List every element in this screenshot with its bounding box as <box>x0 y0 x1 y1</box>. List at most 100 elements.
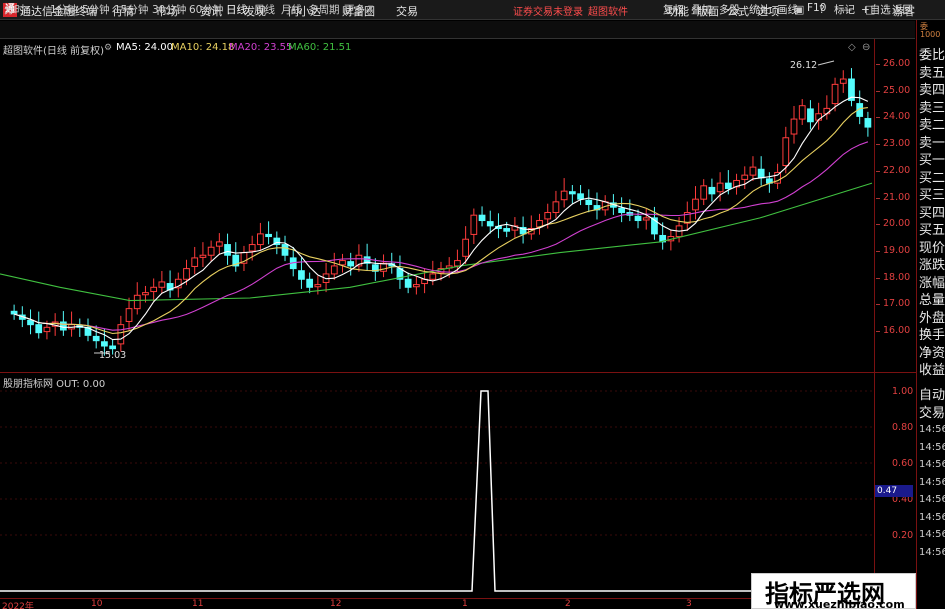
tick-time: 14:56 <box>919 476 945 488</box>
menu-trade[interactable]: 交易 <box>396 3 418 19</box>
btn-add-favorite[interactable]: +自选 <box>861 2 891 17</box>
candle-body <box>314 284 322 288</box>
tick-time: 14:56 <box>919 459 945 470</box>
tick-time: 14:56 <box>919 546 945 558</box>
candle-body <box>142 292 149 296</box>
candle-body <box>125 308 133 322</box>
indicator-axis-label: 0.60 <box>892 458 914 469</box>
quote-field-label: 买四 <box>919 205 945 221</box>
indicator-chart[interactable] <box>0 373 875 598</box>
btn-draw[interactable]: 画线 <box>777 2 798 17</box>
candle-body <box>642 217 650 221</box>
candle-body <box>43 326 51 333</box>
tab-15min[interactable]: 15分钟 <box>114 2 148 17</box>
candle-body <box>347 261 355 267</box>
auto-label[interactable]: 自动 <box>919 384 945 403</box>
quote-field-label: 买五 <box>919 223 945 238</box>
price-axis-label: 18.00 <box>883 271 911 283</box>
candle-body <box>470 214 478 235</box>
price-axis-tick <box>876 277 880 279</box>
tab-daily[interactable]: 日线 <box>226 2 247 17</box>
candle-body <box>454 260 461 267</box>
x-label-feb: 2 <box>565 599 571 609</box>
candle-body <box>790 118 798 135</box>
tick-time: 14:56 <box>919 511 945 523</box>
candle-body <box>59 321 67 331</box>
candle-body <box>298 270 305 280</box>
tab-5min[interactable]: 5分钟 <box>82 2 110 17</box>
tab-monthly[interactable]: 月线 <box>281 2 302 17</box>
quote-field-label: 卖三 <box>919 100 945 116</box>
quote-field-label: 委比 <box>919 48 945 63</box>
candle-body <box>27 319 34 326</box>
candle-body <box>429 273 437 280</box>
chevron-down-icon[interactable]: ▾ <box>368 2 373 14</box>
quote-field-label: 涨跌 <box>919 258 945 273</box>
quote-field-label: 换手 <box>919 328 945 343</box>
candle-body <box>724 182 732 189</box>
x-label-2022: 2022年 <box>2 602 34 609</box>
indicator-axis-label: 0.80 <box>892 422 914 433</box>
tab-timeshare[interactable]: 分时 <box>4 2 25 17</box>
tab-30min[interactable]: 30分钟 <box>152 2 186 17</box>
quote-field-label: 收益 <box>919 363 945 378</box>
candle-body <box>716 182 724 193</box>
price-axis-label: 16.00 <box>883 325 911 336</box>
candle-body <box>486 221 494 227</box>
x-label-jan: 1 <box>462 599 468 609</box>
quote-field-label: 卖二 <box>919 118 945 133</box>
tab-weekly[interactable]: 周线 <box>254 2 275 17</box>
candle-body <box>782 137 790 167</box>
btn-mark[interactable]: 标记 <box>834 2 855 17</box>
price-axis-tick <box>876 197 880 199</box>
btn-f10[interactable]: F10 <box>807 2 826 14</box>
candle-body <box>150 286 158 293</box>
candle-body <box>306 278 314 288</box>
price-axis-label: 25.00 <box>883 84 911 96</box>
price-axis-label: 22.00 <box>883 164 911 176</box>
candle-body <box>281 244 289 256</box>
candle-body <box>692 198 699 211</box>
candle-body <box>215 241 223 247</box>
tick-time: 14:56 <box>919 441 945 453</box>
candle-body <box>634 215 642 222</box>
price-axis-label: 26.00 <box>883 58 911 69</box>
panel-small-label2: 1000 <box>920 30 941 39</box>
tab-more[interactable]: 更多 <box>344 2 365 17</box>
tab-multi-period[interactable]: 多周期 <box>308 2 340 17</box>
price-axis-tick <box>876 90 880 92</box>
candle-body <box>199 254 207 258</box>
btn-adjust[interactable]: 复权 <box>663 2 684 17</box>
price-axis-label: 20.00 <box>883 218 911 230</box>
candle-body <box>823 107 831 115</box>
ma10-line <box>13 107 868 335</box>
candle-body <box>577 193 584 200</box>
ma5-line <box>13 96 869 341</box>
quote-field-label: 现价 <box>919 240 945 256</box>
candle-body <box>265 233 272 238</box>
price-axis-label: 17.00 <box>883 298 911 310</box>
candle-body <box>191 257 199 267</box>
candle-body <box>207 246 215 256</box>
btn-back[interactable]: 返回 <box>892 2 913 17</box>
candle-body <box>101 341 108 347</box>
candle-body <box>248 244 256 252</box>
btn-overlay[interactable]: 叠加 <box>691 2 712 17</box>
out-indicator-line <box>0 390 874 592</box>
tab-60min[interactable]: 60分钟 <box>189 2 223 17</box>
btn-statistics[interactable]: 统计 <box>749 2 770 17</box>
quote-field-label: 净资 <box>919 345 945 361</box>
price-axis-tick <box>876 144 880 146</box>
trade-label[interactable]: 交易 <box>919 402 945 421</box>
candle-body <box>35 324 43 334</box>
tab-1min[interactable]: 1分钟 <box>50 2 78 17</box>
quote-field-label: 买二 <box>919 170 945 186</box>
login-notice[interactable]: 证券交易未登录 <box>513 3 583 18</box>
btn-multi-stock[interactable]: 多股 <box>719 2 740 17</box>
watermark-url: www.xuezhibiao.com <box>774 598 905 609</box>
indicator-axis-label: 1.00 <box>892 386 914 397</box>
candle-body <box>807 108 814 123</box>
price-chart[interactable] <box>0 39 875 372</box>
candle-body <box>158 281 166 288</box>
candle-body <box>741 174 749 180</box>
